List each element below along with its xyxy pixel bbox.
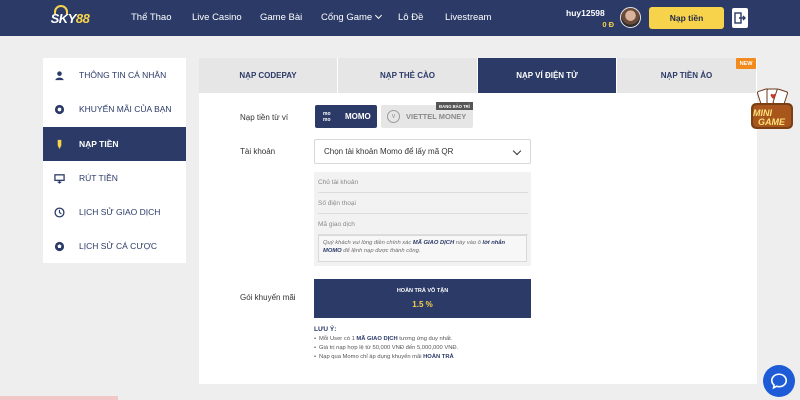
promo-value: 1.5 % <box>412 300 433 309</box>
ball-icon <box>53 240 65 252</box>
account-select[interactable]: Chọn tài khoản Momo để lấy mã QR <box>314 139 531 164</box>
top-navbar: SKY88 Thể Thao Live Casino Game Bài Cổng… <box>0 0 800 36</box>
deposit-button[interactable]: Nạp tiền <box>649 7 724 29</box>
maintenance-badge: ĐANG BẢO TRÌ <box>436 102 473 110</box>
owner-placeholder: Chủ tài khoản <box>318 179 359 186</box>
notes-title: LƯU Ý: <box>314 326 337 333</box>
sidebar-item-bet-history[interactable]: LỊCH SỬ CÁ CƯỢC <box>43 229 186 263</box>
sidebar-item-label: RÚT TIỀN <box>79 173 118 183</box>
history-icon <box>53 206 65 218</box>
logout-icon <box>734 12 746 24</box>
nav-the-thao[interactable]: Thể Thao <box>131 12 172 23</box>
sidebar-item-deposit[interactable]: NẠP TIỀN <box>43 127 186 161</box>
note-line1-c: tương ứng duy nhất. <box>397 336 453 342</box>
logo-text-88: 88 <box>75 10 90 26</box>
sidebar-item-label: KHUYẾN MÃI CỦA BẠN <box>79 104 172 114</box>
deposit-icon <box>53 138 65 150</box>
sidebar-item-label: NẠP TIỀN <box>79 139 119 149</box>
logo-ring-icon <box>54 5 68 14</box>
chat-icon <box>770 373 788 390</box>
nav-live-casino[interactable]: Live Casino <box>192 12 242 23</box>
note-text-1: Quý khách vui lòng điền chính xác <box>323 240 413 246</box>
sidebar-item-label: THÔNG TIN CÁ NHÂN <box>79 70 167 80</box>
username[interactable]: huy12598 <box>566 8 605 18</box>
gift-icon <box>53 103 65 115</box>
transaction-note: Quý khách vui lòng điền chính xác MÃ GIA… <box>318 235 527 262</box>
code-placeholder: Mã giao dịch <box>318 221 355 228</box>
chevron-down-icon <box>512 146 522 156</box>
momo-wallet-button[interactable]: mo mo MOMO <box>315 105 377 128</box>
account-sidebar: THÔNG TIN CÁ NHÂN KHUYẾN MÃI CỦA BẠN NẠP… <box>43 58 186 263</box>
list-item: Mỗi User có 1 MÃ GIAO DỊCH tương ứng duy… <box>314 335 458 344</box>
account-label: Tài khoản <box>240 147 276 156</box>
chat-button[interactable] <box>763 365 795 397</box>
sidebar-item-promotions[interactable]: KHUYẾN MÃI CỦA BẠN <box>43 92 186 126</box>
sidebar-item-label: LỊCH SỬ CÁ CƯỢC <box>79 241 158 251</box>
note-line1-b: MÃ GIAO DỊCH <box>356 336 398 342</box>
owner-field: Chủ tài khoản <box>318 173 528 193</box>
transaction-code-field: Mã giao dịch <box>318 215 528 235</box>
phone-field: Số điện thoại <box>318 194 528 214</box>
minigame-floating-button[interactable]: ♥ MINI GAME <box>749 88 795 134</box>
note-line3-b: HOÀN TRẢ <box>423 354 454 360</box>
list-item: Nạp qua Momo chỉ áp dụng khuyến mãi HOÀN… <box>314 353 458 362</box>
nav-lo-de[interactable]: Lô Đề <box>398 12 423 23</box>
user-icon <box>53 69 65 81</box>
sky88-logo[interactable]: SKY88 <box>50 5 90 31</box>
nav-cong-game-label: Cổng Game <box>321 12 373 23</box>
notes-list: Mỗi User có 1 MÃ GIAO DỊCH tương ứng duy… <box>314 335 458 362</box>
avatar[interactable] <box>620 7 641 28</box>
balance: 0 Đ <box>602 20 614 29</box>
list-item: Giá trị nạp hợp lệ từ 50,000 VNĐ đến 5,0… <box>314 344 458 353</box>
minigame-text-game: GAME <box>758 117 785 127</box>
status-strip <box>0 396 118 400</box>
momo-logo-icon: mo mo <box>323 110 337 124</box>
nav-cong-game[interactable]: Cổng Game <box>321 11 383 23</box>
nav-game-bai[interactable]: Game Bài <box>260 12 302 23</box>
tab-codepay[interactable]: NẠP CODEPAY <box>199 58 338 93</box>
promo-title: HOÀN TRẢ VÔ TẬN <box>396 288 449 294</box>
phone-placeholder: Số điện thoại <box>318 200 356 207</box>
sidebar-item-label: LỊCH SỬ GIAO DỊCH <box>79 207 161 217</box>
promo-label: Gói khuyến mãi <box>240 293 296 302</box>
tab-card[interactable]: NẠP THẺ CÀO <box>338 58 478 93</box>
withdraw-icon <box>53 172 65 184</box>
momo-label: MOMO <box>345 112 371 121</box>
wallet-label: Nạp tiền từ ví <box>240 113 289 122</box>
note-line1-a: Mỗi User có 1 <box>319 336 357 342</box>
note-code: MÃ GIAO DỊCH <box>412 240 455 246</box>
sidebar-item-personal-info[interactable]: THÔNG TIN CÁ NHÂN <box>43 58 186 92</box>
momo-logo-bottom: mo <box>323 116 331 123</box>
sidebar-item-transaction-history[interactable]: LỊCH SỬ GIAO DỊCH <box>43 195 186 229</box>
promo-package-card[interactable]: HOÀN TRẢ VÔ TẬN 1.5 % <box>314 279 531 318</box>
deposit-method-tabs: NẠP CODEPAY NẠP THẺ CÀO NẠP VÍ ĐIỆN TỬ N… <box>199 58 757 93</box>
account-select-value: Chọn tài khoản Momo để lấy mã QR <box>324 147 454 156</box>
logout-button[interactable] <box>732 8 748 28</box>
nav-livestream[interactable]: Livestream <box>445 12 491 23</box>
account-info-box: Chủ tài khoản Số điện thoại Mã giao dịch… <box>314 172 531 266</box>
chevron-down-icon <box>375 11 383 20</box>
note-text-3: để lệnh nạp được thành công. <box>341 248 421 254</box>
tab-e-wallet[interactable]: NẠP VÍ ĐIỆN TỬ <box>478 58 617 93</box>
viettel-money-label: VIETTEL MONEY <box>406 112 467 121</box>
viettel-logo-icon: V <box>387 110 400 123</box>
svg-text:♥: ♥ <box>770 93 776 101</box>
note-line3-a: Nạp qua Momo chỉ áp dụng khuyến mãi <box>319 354 424 360</box>
new-badge: NEW <box>736 58 756 69</box>
sidebar-item-withdraw[interactable]: RÚT TIỀN <box>43 161 186 195</box>
note-text-2: này vào ô <box>454 240 483 246</box>
